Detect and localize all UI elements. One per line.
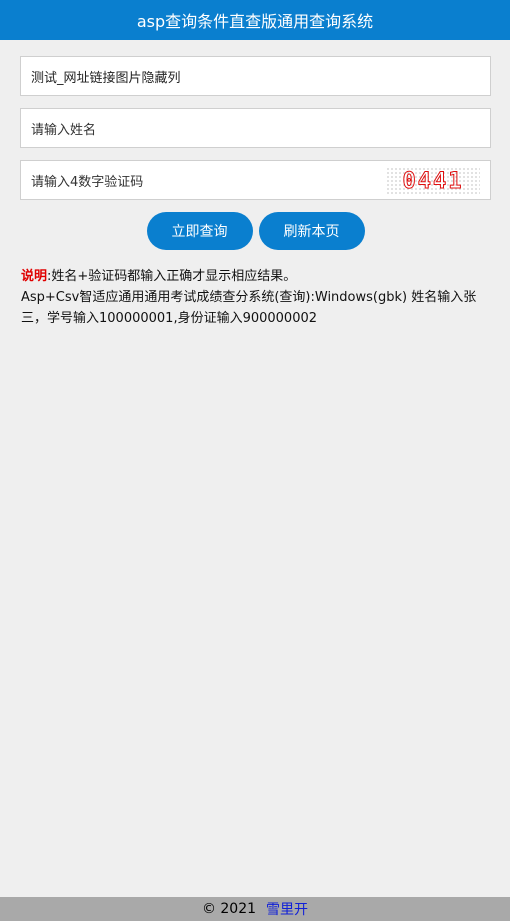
captcha-input[interactable]: 请输入4数字验证码 0441 (20, 160, 491, 200)
name-input[interactable]: 请输入姓名 (20, 108, 491, 148)
app-header: asp查询条件直查版通用查询系统 (0, 0, 510, 40)
captcha-input-placeholder: 请输入4数字验证码 (31, 174, 144, 190)
name-input-placeholder: 请输入姓名 (31, 122, 97, 138)
query-button[interactable]: 立即查询 (146, 212, 253, 250)
captcha-image[interactable]: 0441 (386, 167, 480, 195)
footer: © 2021 雪里开 (0, 897, 510, 921)
button-row: 立即查询 刷新本页 (20, 212, 491, 250)
query-form: 测试_网址链接图片隐藏列 请输入姓名 请输入4数字验证码 0441 立即查询 刷… (0, 40, 510, 250)
field-hidden-link-column[interactable]: 测试_网址链接图片隐藏列 (20, 56, 491, 96)
instructions-line1: :姓名+验证码都输入正确才显示相应结果。 (47, 269, 297, 284)
instructions-label: 说明 (21, 269, 48, 284)
refresh-button[interactable]: 刷新本页 (258, 212, 365, 250)
captcha-text: 0441 (402, 168, 464, 194)
instructions-line2: Asp+Csv智适应通用通用考试成绩查分系统(查询):Windows(gbk) … (21, 290, 477, 326)
copyright-text: © 2021 (201, 901, 257, 917)
instructions: 说明:姓名+验证码都输入正确才显示相应结果。 Asp+Csv智适应通用通用考试成… (0, 250, 510, 329)
field-hidden-link-column-value: 测试_网址链接图片隐藏列 (31, 70, 181, 86)
page-title: asp查询条件直查版通用查询系统 (136, 12, 374, 31)
author-link[interactable]: 雪里开 (266, 899, 308, 919)
